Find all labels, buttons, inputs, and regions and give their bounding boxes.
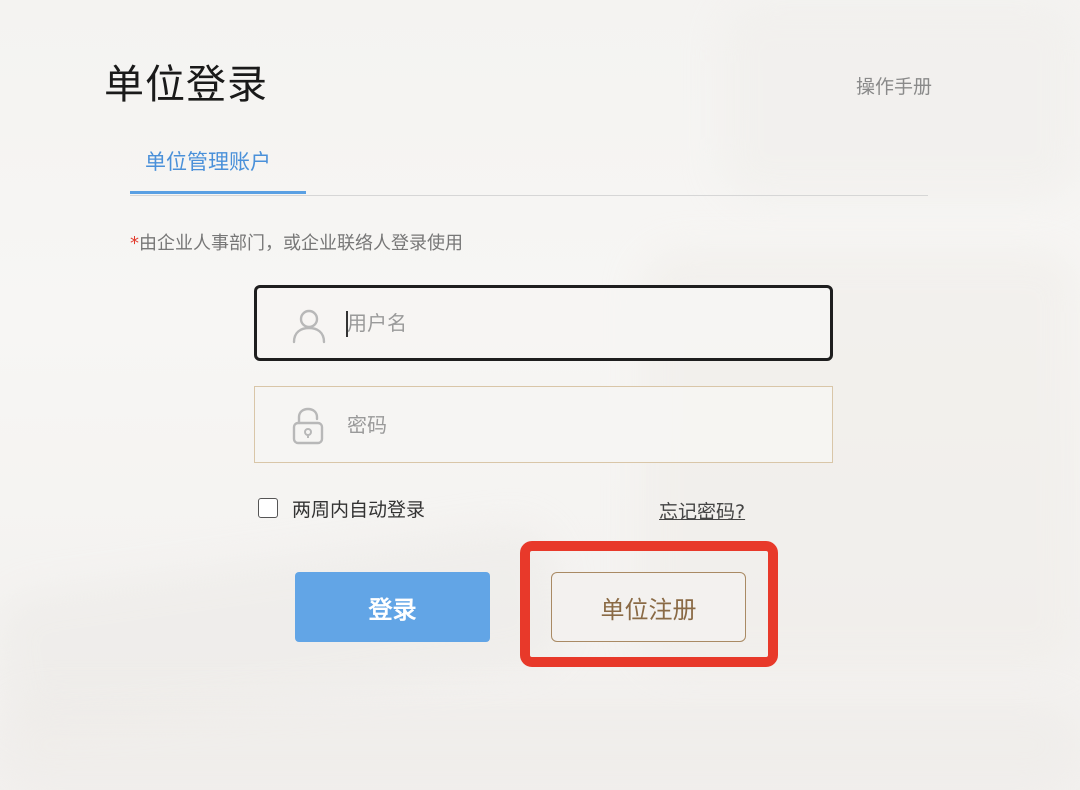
- register-unit-button[interactable]: 单位注册: [551, 572, 746, 642]
- remember-checkbox[interactable]: [258, 498, 278, 518]
- notice-text: 由企业人事部门，或企业联络人登录使用: [139, 233, 463, 254]
- login-notice: *由企业人事部门，或企业联络人登录使用: [130, 229, 463, 255]
- user-manual-link[interactable]: 操作手册: [856, 72, 932, 99]
- tab-unit-admin-account[interactable]: 单位管理账户: [130, 135, 306, 194]
- page-title: 单位登录: [104, 62, 268, 108]
- account-tabs: 单位管理账户: [130, 135, 928, 196]
- user-icon: [289, 306, 329, 346]
- remember-label: 两周内自动登录: [292, 498, 426, 521]
- login-button[interactable]: 登录: [295, 572, 490, 642]
- text-cursor: [346, 311, 348, 337]
- background-shape: [0, 700, 1080, 790]
- username-field[interactable]: [254, 285, 833, 361]
- remember-login-option[interactable]: 两周内自动登录: [258, 496, 426, 521]
- username-input[interactable]: [347, 288, 807, 358]
- password-input[interactable]: [347, 387, 807, 462]
- tab-label: 单位管理账户: [145, 150, 271, 174]
- forgot-password-link[interactable]: 忘记密码?: [659, 497, 745, 524]
- lock-icon: [290, 406, 330, 446]
- required-mark: *: [130, 233, 139, 254]
- password-field[interactable]: [254, 386, 833, 463]
